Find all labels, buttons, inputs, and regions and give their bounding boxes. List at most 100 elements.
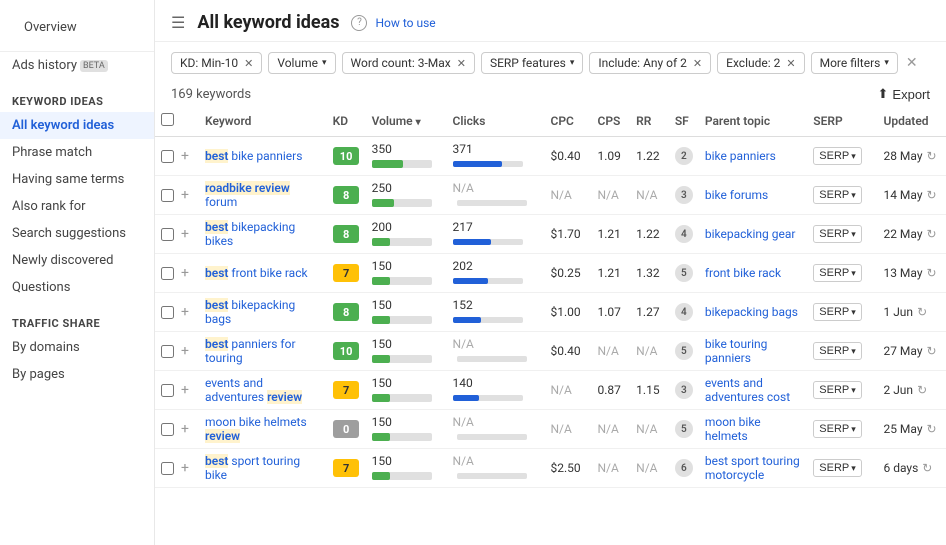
refresh-icon-0[interactable]: ↻ xyxy=(927,149,937,163)
keyword-link-8[interactable]: best sport touring bike xyxy=(205,454,300,482)
sidebar-item-all-keyword-ideas[interactable]: All keyword ideas xyxy=(0,112,154,139)
refresh-icon-4[interactable]: ↻ xyxy=(917,305,927,319)
serp-button-2[interactable]: SERP xyxy=(813,225,862,243)
parent-topic-link-7[interactable]: moon bike helmets xyxy=(705,415,761,443)
parent-topic-link-1[interactable]: bike forums xyxy=(705,188,768,202)
parent-topic-link-5[interactable]: bike touring panniers xyxy=(705,337,768,365)
th-sf[interactable]: SF xyxy=(669,106,699,137)
th-serp[interactable]: SERP xyxy=(807,106,877,137)
th-clicks[interactable]: Clicks xyxy=(447,106,545,137)
remove-include-filter[interactable]: ✕ xyxy=(693,57,702,70)
row-checkbox-4[interactable] xyxy=(161,306,174,319)
parent-topic-link-0[interactable]: bike panniers xyxy=(705,149,776,163)
add-keyword-btn-5[interactable]: + xyxy=(177,343,193,359)
more-filters-button[interactable]: More filters ▾ xyxy=(811,52,898,74)
add-keyword-btn-8[interactable]: + xyxy=(177,460,193,476)
th-keyword[interactable]: Keyword xyxy=(199,106,327,137)
filter-serp-features[interactable]: SERP features ▾ xyxy=(481,52,583,74)
filter-volume[interactable]: Volume ▾ xyxy=(268,52,335,74)
filter-kd[interactable]: KD: Min-10 ✕ xyxy=(171,52,262,74)
keyword-link-1[interactable]: roadbike review forum xyxy=(205,181,290,209)
parent-topic-link-4[interactable]: bikepacking bags xyxy=(705,305,798,319)
add-keyword-btn-7[interactable]: + xyxy=(177,421,193,437)
sidebar-item-questions[interactable]: Questions xyxy=(0,274,154,301)
sf-badge-3[interactable]: 5 xyxy=(675,264,693,282)
th-kd[interactable]: KD xyxy=(327,106,366,137)
add-keyword-btn-4[interactable]: + xyxy=(177,304,193,320)
serp-button-8[interactable]: SERP xyxy=(813,459,862,477)
sf-badge-6[interactable]: 3 xyxy=(675,381,693,399)
add-keyword-btn-0[interactable]: + xyxy=(177,148,193,164)
keyword-link-6[interactable]: events and adventures review xyxy=(205,376,302,404)
th-volume[interactable]: Volume ▾ xyxy=(366,106,447,137)
sf-badge-5[interactable]: 5 xyxy=(675,342,693,360)
serp-button-5[interactable]: SERP xyxy=(813,342,862,360)
row-checkbox-1[interactable] xyxy=(161,189,174,202)
filter-include[interactable]: Include: Any of 2 ✕ xyxy=(589,52,711,74)
sidebar-item-also-rank-for[interactable]: Also rank for xyxy=(0,193,154,220)
serp-button-6[interactable]: SERP xyxy=(813,381,862,399)
keyword-link-3[interactable]: best front bike rack xyxy=(205,266,308,280)
filter-word-count[interactable]: Word count: 3-Max ✕ xyxy=(342,52,475,74)
remove-kd-filter[interactable]: ✕ xyxy=(244,57,253,70)
sidebar-item-overview[interactable]: Overview xyxy=(12,12,142,43)
parent-topic-link-8[interactable]: best sport touring motorcycle xyxy=(705,454,800,482)
hamburger-icon[interactable]: ☰ xyxy=(171,13,185,32)
th-parent-topic[interactable]: Parent topic xyxy=(699,106,807,137)
sf-badge-8[interactable]: 6 xyxy=(675,459,693,477)
add-keyword-btn-6[interactable]: + xyxy=(177,382,193,398)
remove-exclude-filter[interactable]: ✕ xyxy=(786,57,795,70)
serp-button-7[interactable]: SERP xyxy=(813,420,862,438)
th-updated[interactable]: Updated xyxy=(877,106,946,137)
select-all-checkbox[interactable] xyxy=(161,113,174,126)
sf-badge-1[interactable]: 3 xyxy=(675,186,693,204)
sidebar-item-by-domains[interactable]: By domains xyxy=(0,334,154,361)
serp-button-3[interactable]: SERP xyxy=(813,264,862,282)
keyword-link-4[interactable]: best bikepacking bags xyxy=(205,298,295,326)
sidebar-item-ads-history[interactable]: Ads historyBETA xyxy=(0,52,154,79)
row-checkbox-7[interactable] xyxy=(161,423,174,436)
clear-all-filters[interactable]: ✕ xyxy=(906,55,918,71)
row-checkbox-3[interactable] xyxy=(161,267,174,280)
keyword-link-2[interactable]: best bikepacking bikes xyxy=(205,220,295,248)
serp-button-1[interactable]: SERP xyxy=(813,186,862,204)
help-icon[interactable]: ? xyxy=(351,15,367,31)
row-checkbox-6[interactable] xyxy=(161,384,174,397)
sf-badge-7[interactable]: 5 xyxy=(675,420,693,438)
refresh-icon-3[interactable]: ↻ xyxy=(927,266,937,280)
filter-exclude[interactable]: Exclude: 2 ✕ xyxy=(717,52,804,74)
sf-badge-0[interactable]: 2 xyxy=(675,147,693,165)
refresh-icon-7[interactable]: ↻ xyxy=(927,422,937,436)
serp-button-0[interactable]: SERP xyxy=(813,147,862,165)
row-checkbox-2[interactable] xyxy=(161,228,174,241)
refresh-icon-1[interactable]: ↻ xyxy=(927,188,937,202)
sidebar-item-newly-discovered[interactable]: Newly discovered xyxy=(0,247,154,274)
parent-topic-link-2[interactable]: bikepacking gear xyxy=(705,227,796,241)
keyword-link-0[interactable]: best bike panniers xyxy=(205,149,302,163)
refresh-icon-6[interactable]: ↻ xyxy=(917,383,927,397)
add-keyword-btn-2[interactable]: + xyxy=(177,226,193,242)
serp-button-4[interactable]: SERP xyxy=(813,303,862,321)
row-checkbox-8[interactable] xyxy=(161,462,174,475)
export-button[interactable]: ⬆ Export xyxy=(878,86,930,102)
add-keyword-btn-1[interactable]: + xyxy=(177,187,193,203)
th-cps[interactable]: CPS xyxy=(592,106,631,137)
parent-topic-link-3[interactable]: front bike rack xyxy=(705,266,781,280)
parent-topic-link-6[interactable]: events and adventures cost xyxy=(705,376,790,404)
refresh-icon-5[interactable]: ↻ xyxy=(927,344,937,358)
th-cpc[interactable]: CPC xyxy=(544,106,591,137)
refresh-icon-2[interactable]: ↻ xyxy=(927,227,937,241)
add-keyword-btn-3[interactable]: + xyxy=(177,265,193,281)
sidebar-item-having-same-terms[interactable]: Having same terms xyxy=(0,166,154,193)
row-checkbox-0[interactable] xyxy=(161,150,174,163)
sf-badge-2[interactable]: 4 xyxy=(675,225,693,243)
sidebar-item-phrase-match[interactable]: Phrase match xyxy=(0,139,154,166)
row-checkbox-5[interactable] xyxy=(161,345,174,358)
remove-word-count-filter[interactable]: ✕ xyxy=(457,57,466,70)
refresh-icon-8[interactable]: ↻ xyxy=(922,461,932,475)
keyword-link-7[interactable]: moon bike helmets review xyxy=(205,415,307,443)
th-rr[interactable]: RR xyxy=(630,106,669,137)
keyword-link-5[interactable]: best panniers for touring xyxy=(205,337,296,365)
sf-badge-4[interactable]: 4 xyxy=(675,303,693,321)
sidebar-item-search-suggestions[interactable]: Search suggestions xyxy=(0,220,154,247)
